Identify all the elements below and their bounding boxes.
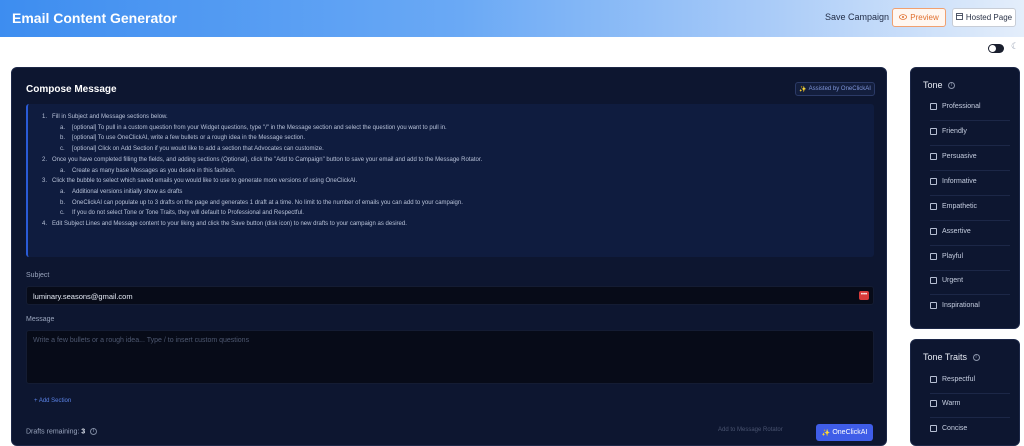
checkbox[interactable] xyxy=(930,178,937,185)
top-header: Email Content Generator Save Campaign Pr… xyxy=(0,0,1024,37)
drafts-remaining: Drafts remaining: 3 i xyxy=(26,428,98,436)
tone-traits-title: Tone Traits i xyxy=(923,352,980,362)
message-label: Message xyxy=(26,316,55,323)
more-options-icon[interactable]: ••• xyxy=(859,291,869,300)
checkbox[interactable] xyxy=(930,400,937,407)
info-icon[interactable]: i xyxy=(948,82,956,90)
tone-option[interactable]: Urgent xyxy=(930,277,963,284)
theme-toggle[interactable] xyxy=(988,44,1004,53)
checkbox[interactable] xyxy=(930,203,937,210)
info-icon[interactable]: i xyxy=(972,354,980,362)
tone-option[interactable]: Empathetic xyxy=(930,203,977,210)
save-campaign-button[interactable]: Save Campaign xyxy=(825,12,889,22)
tone-option[interactable]: Informative xyxy=(930,178,977,185)
app-title: Email Content Generator xyxy=(12,10,177,26)
tone-option[interactable]: Playful xyxy=(930,253,963,260)
eye-icon xyxy=(899,13,908,22)
instruction-substep: c. [optional] Click on Add Section if you… xyxy=(60,146,324,153)
checkbox[interactable] xyxy=(930,277,937,284)
instruction-step: 3. Click the bubble to select which saved… xyxy=(42,178,358,185)
tone-trait-option[interactable]: Warm xyxy=(930,400,960,407)
add-section-button[interactable]: + Add Section xyxy=(34,398,71,404)
instruction-step: 1. Fill in Subject and Message sections b… xyxy=(42,114,168,120)
tone-traits-title-label: Tone Traits xyxy=(923,352,968,362)
subject-label: Subject xyxy=(26,272,50,279)
tone-option[interactable]: Assertive xyxy=(930,228,971,235)
instructions-box: 1. Fill in Subject and Message sections b… xyxy=(26,104,874,257)
instruction-substep: a. [optional] To pull in a custom questio… xyxy=(60,124,447,131)
tone-trait-option[interactable]: Respectful xyxy=(930,376,975,383)
assisted-by-label: Assisted by OneClickAI xyxy=(808,86,871,92)
checkbox[interactable] xyxy=(930,103,937,110)
subject-value: luminary.seasons@gmail.com xyxy=(33,292,133,301)
oneclickai-button[interactable]: ✨ OneClickAI xyxy=(816,424,873,441)
tone-panel: Tone i Professional Friendly Persuasive … xyxy=(910,67,1020,329)
tone-option[interactable]: Friendly xyxy=(930,128,967,135)
message-input[interactable]: Write a few bullets or a rough idea... T… xyxy=(26,330,874,384)
moon-icon: ☾ xyxy=(1011,41,1020,51)
instruction-substep: b. OneClickAI can populate up to 3 drafts… xyxy=(60,199,463,206)
sparkle-icon: ✨ xyxy=(821,429,831,437)
preview-button[interactable]: Preview xyxy=(892,8,946,27)
checkbox[interactable] xyxy=(930,253,937,260)
tone-option[interactable]: Inspirational xyxy=(930,302,980,309)
message-placeholder: Write a few bullets or a rough idea... T… xyxy=(33,337,250,344)
instruction-substep: b. [optional] To use OneClickAI, write a … xyxy=(60,135,306,142)
instruction-step: 2. Once you have completed filling the fi… xyxy=(42,156,483,163)
compose-message-card: Compose Message ✨ Assisted by OneClickAI… xyxy=(11,67,887,446)
oneclickai-label: OneClickAI xyxy=(832,429,868,436)
checkbox[interactable] xyxy=(930,128,937,135)
tone-option[interactable]: Persuasive xyxy=(930,153,977,160)
hosted-page-label: Hosted Page xyxy=(965,13,1013,22)
drafts-count: 3 xyxy=(81,428,86,436)
instruction-step: 4. Edit Subject Lines and Message content… xyxy=(42,221,407,228)
compose-title: Compose Message xyxy=(26,84,117,95)
tone-title: Tone i xyxy=(923,80,956,90)
subject-input[interactable]: luminary.seasons@gmail.com ••• xyxy=(26,286,874,305)
page-icon xyxy=(955,13,963,22)
tone-trait-option[interactable]: Concise xyxy=(930,425,967,432)
preview-label: Preview xyxy=(910,13,939,22)
checkbox[interactable] xyxy=(930,228,937,235)
checkbox[interactable] xyxy=(930,153,937,160)
checkbox[interactable] xyxy=(930,425,937,432)
instruction-substep: c. If you do not select Tone or Tone Trai… xyxy=(60,210,304,217)
instruction-substep: a. Additional versions initially show as … xyxy=(60,188,183,195)
instruction-substep: a. Create as many base Messages as you de… xyxy=(60,167,236,174)
add-to-rotator-button[interactable]: Add to Message Rotator xyxy=(718,427,783,433)
hosted-page-button[interactable]: Hosted Page xyxy=(952,8,1016,27)
tone-traits-panel: Tone Traits i Respectful Warm Concise xyxy=(910,339,1020,446)
sparkle-icon: ✨ xyxy=(799,86,807,93)
checkbox[interactable] xyxy=(930,376,937,383)
info-icon[interactable]: i xyxy=(90,428,98,435)
assisted-by-badge: ✨ Assisted by OneClickAI xyxy=(795,82,875,96)
drafts-label: Drafts remaining: xyxy=(26,428,80,436)
tone-option[interactable]: Professional xyxy=(930,103,981,110)
tone-title-label: Tone xyxy=(923,80,943,90)
checkbox[interactable] xyxy=(930,302,937,309)
